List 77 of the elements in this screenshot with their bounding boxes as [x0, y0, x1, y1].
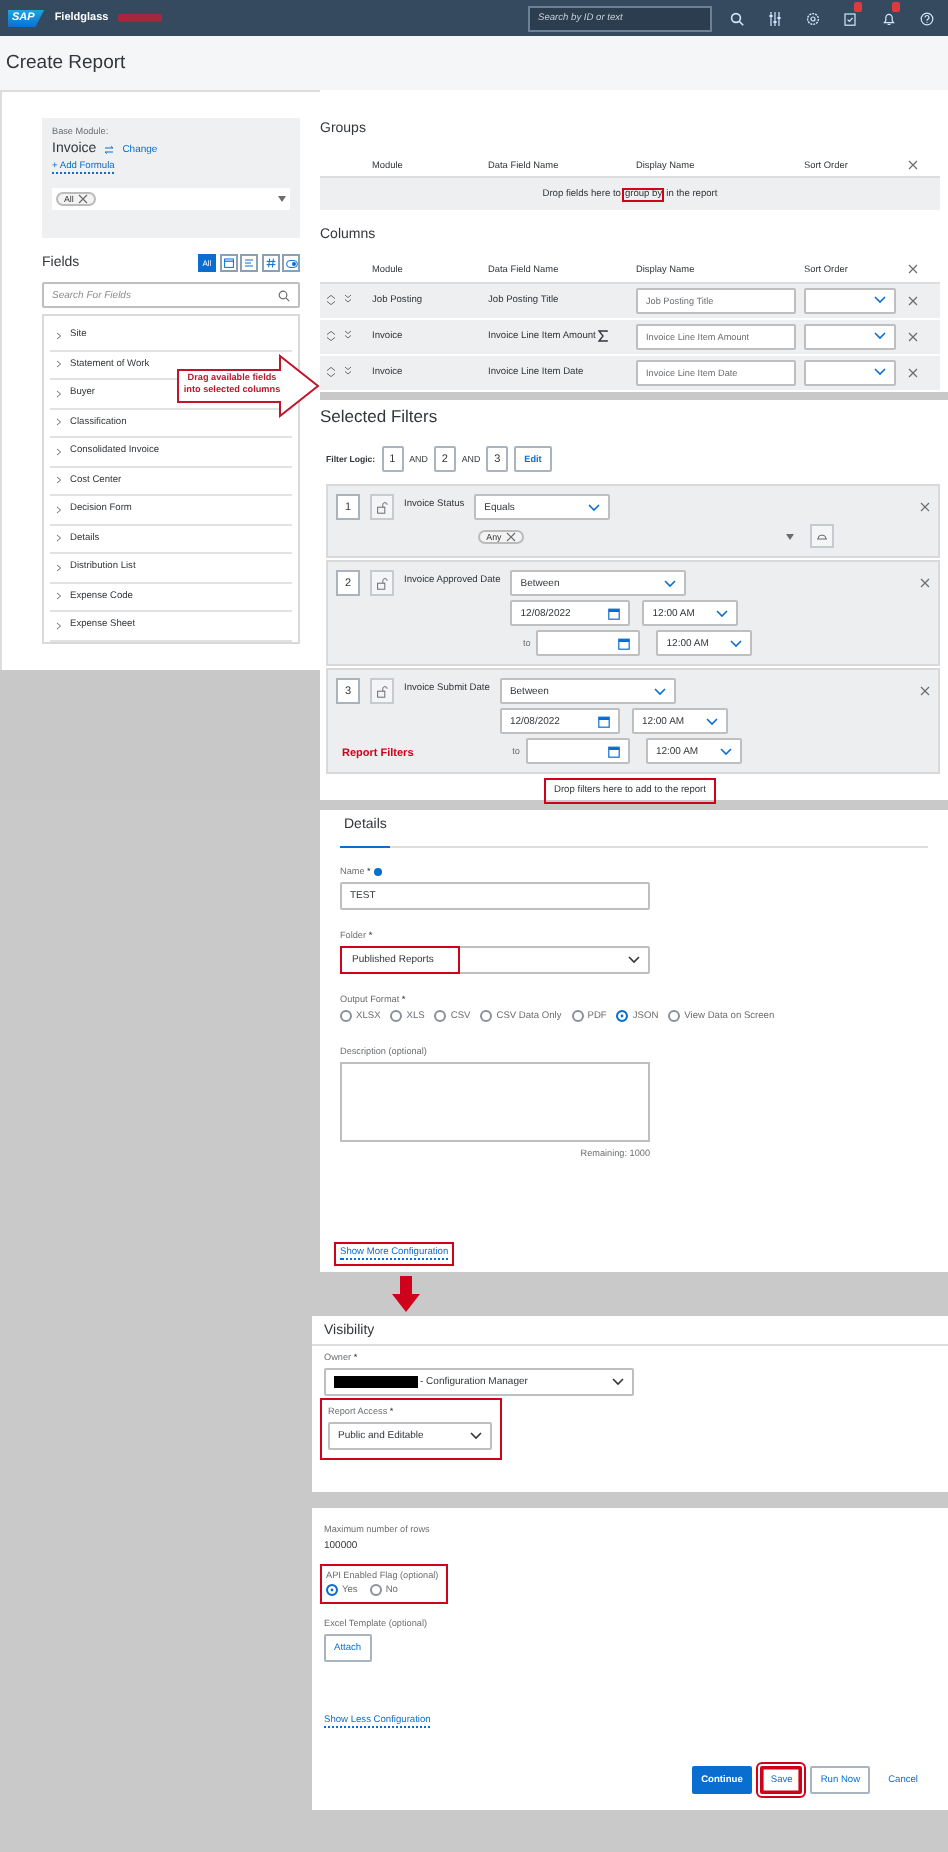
chevron-right-icon[interactable]: [56, 360, 62, 369]
sliders-icon[interactable]: [767, 11, 781, 25]
double-chevron-icon[interactable]: [344, 366, 352, 377]
radio-button[interactable]: [369, 1584, 382, 1596]
info-icon[interactable]: [374, 867, 383, 875]
radio-button[interactable]: [668, 1010, 681, 1022]
type-filter-tab[interactable]: [240, 254, 258, 272]
calendar-icon[interactable]: [608, 607, 621, 619]
hash-icon: [265, 258, 275, 268]
chevron-right-icon[interactable]: [56, 418, 62, 427]
reorder-icon[interactable]: [326, 330, 336, 343]
chevron-right-icon[interactable]: [56, 447, 62, 456]
close-icon[interactable]: [908, 295, 918, 306]
section-heading: Selected Filters: [320, 406, 440, 428]
refresh-icon: [816, 531, 829, 541]
calendar-icon: [223, 258, 233, 268]
lock-icon[interactable]: [376, 501, 388, 513]
date-field[interactable]: [525, 738, 630, 764]
chevron-right-icon[interactable]: [56, 621, 62, 630]
chevron-right-icon[interactable]: [56, 534, 62, 543]
double-chevron-icon[interactable]: [344, 330, 352, 341]
lock-icon[interactable]: [376, 685, 388, 697]
lock-button[interactable]: [370, 494, 394, 520]
close-icon[interactable]: [908, 367, 918, 378]
type-filter-tab[interactable]: [219, 254, 237, 272]
chevron-down-icon[interactable]: [470, 1432, 482, 1440]
reset-button[interactable]: [810, 524, 835, 548]
down-arrow: [392, 1276, 420, 1312]
dropdown-caret-icon[interactable]: [786, 533, 795, 539]
page-title: Create Report: [6, 52, 126, 74]
radio-button[interactable]: [434, 1010, 447, 1022]
redaction-mark: [118, 14, 163, 22]
chevron-right-icon[interactable]: [56, 505, 62, 514]
radio-button[interactable]: [326, 1584, 338, 1596]
close-icon[interactable]: [920, 686, 930, 696]
radio-button[interactable]: [480, 1010, 493, 1022]
toggle-icon: [285, 259, 297, 267]
close-icon[interactable]: [908, 331, 918, 342]
reorder-icon[interactable]: [326, 294, 336, 307]
lock-button[interactable]: [370, 678, 394, 704]
chevron-right-icon[interactable]: [56, 592, 62, 601]
double-chevron-icon[interactable]: [344, 294, 352, 305]
clipboard-icon[interactable]: [844, 11, 856, 25]
chevron-right-icon[interactable]: [56, 389, 62, 398]
radio-button[interactable]: [390, 1010, 403, 1022]
close-icon[interactable]: [908, 159, 918, 170]
chevron-down-icon[interactable]: [612, 1378, 624, 1386]
lock-button[interactable]: [370, 570, 394, 596]
close-icon[interactable]: [908, 264, 918, 275]
sum-icon[interactable]: [597, 330, 608, 343]
bell-icon[interactable]: [881, 11, 895, 25]
help-icon[interactable]: [919, 11, 933, 25]
text-lines-icon: [244, 258, 254, 268]
chevron-down-icon[interactable]: [628, 956, 640, 964]
radio-button[interactable]: [340, 1010, 352, 1022]
radio-button[interactable]: [571, 1010, 584, 1022]
type-filter-tab[interactable]: [282, 254, 300, 272]
close-icon[interactable]: [505, 531, 516, 541]
close-icon[interactable]: [920, 578, 930, 588]
date-field[interactable]: [536, 630, 641, 656]
type-filter-tab[interactable]: [261, 254, 279, 272]
close-icon[interactable]: [920, 502, 930, 512]
swap-icon[interactable]: [104, 145, 115, 153]
calendar-icon[interactable]: [607, 745, 620, 757]
lock-icon[interactable]: [376, 577, 388, 589]
calendar-icon[interactable]: [597, 715, 610, 727]
chevron-right-icon[interactable]: [56, 331, 62, 340]
calendar-icon[interactable]: [618, 637, 631, 649]
close-icon[interactable]: [77, 194, 88, 204]
reorder-icon[interactable]: [326, 366, 336, 379]
chevron-right-icon[interactable]: [56, 476, 62, 485]
search-icon[interactable]: [278, 289, 290, 301]
dropdown-caret-icon[interactable]: [278, 196, 286, 202]
chevron-right-icon[interactable]: [56, 563, 62, 572]
description-field[interactable]: [340, 1062, 650, 1142]
settings-icon[interactable]: [805, 11, 819, 25]
radio-button[interactable]: [616, 1010, 629, 1022]
